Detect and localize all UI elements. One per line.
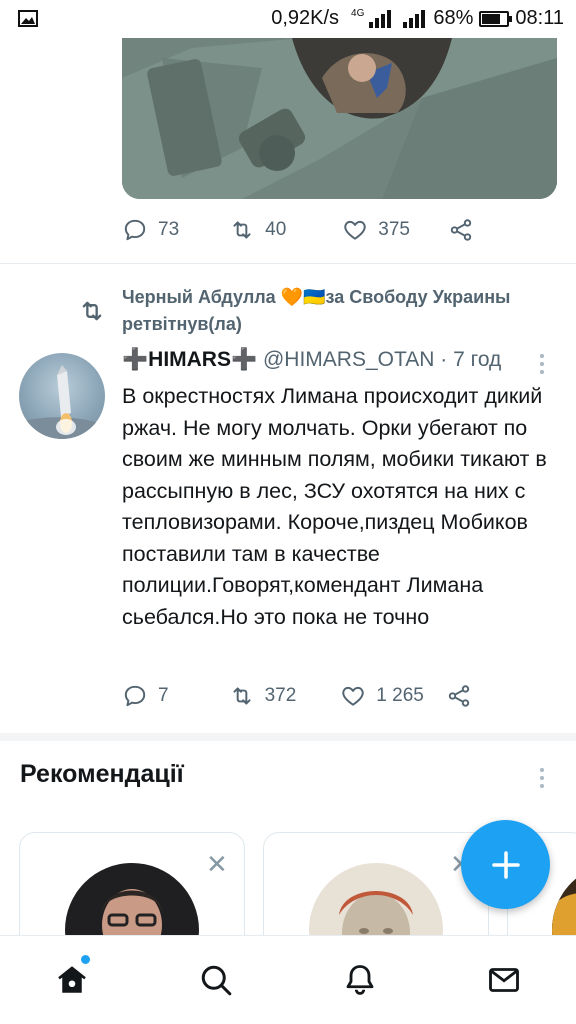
- dot: [540, 362, 544, 366]
- dot: [540, 354, 544, 358]
- author-handle[interactable]: @HIMARS_OTAN: [263, 348, 434, 371]
- battery-percent: 68%: [433, 7, 474, 29]
- compose-tweet-button[interactable]: [461, 820, 550, 909]
- reply-icon: [124, 219, 146, 241]
- bottom-navigation: [0, 935, 576, 1024]
- like-button[interactable]: 375: [342, 217, 410, 243]
- tweet-time: 7 год: [453, 348, 502, 371]
- author-name[interactable]: ➕HIMARS➕: [122, 348, 257, 371]
- signal-icon: [369, 9, 392, 28]
- like-button[interactable]: 1 265: [340, 683, 424, 709]
- reply-count: 7: [158, 685, 169, 706]
- like-count: 375: [378, 219, 410, 240]
- status-right: 0,92K/s 4G 68% 08:11: [271, 7, 564, 30]
- tweet-divider: [0, 263, 576, 264]
- share-button[interactable]: [446, 683, 472, 709]
- retweet-button[interactable]: 40: [229, 217, 286, 243]
- status-bar: 0,92K/s 4G 68% 08:11: [0, 0, 576, 38]
- heart-icon: [344, 220, 366, 240]
- messages-mail-icon[interactable]: [486, 962, 522, 998]
- reply-count: 73: [158, 219, 180, 240]
- gallery-notification-icon: [18, 10, 38, 27]
- battery-fill: [482, 13, 501, 24]
- recommendations-more-menu[interactable]: [538, 768, 546, 792]
- clock: 08:11: [515, 7, 564, 29]
- prev-tweet-actions: 73 40 375: [122, 217, 474, 243]
- share-icon: [450, 219, 472, 241]
- dot: [540, 784, 544, 788]
- share-icon: [448, 685, 470, 707]
- plus-icon: [491, 850, 520, 879]
- battery-icon: [479, 10, 513, 27]
- retweet-banner[interactable]: Черный Абдулла 🧡🇺🇦за Свободу Украины рет…: [122, 284, 562, 338]
- share-button[interactable]: [448, 217, 474, 243]
- home-icon[interactable]: [54, 962, 90, 998]
- retweet-icon: [233, 687, 251, 705]
- rocket-avatar-illustration: [19, 365, 105, 439]
- heart-icon: [342, 686, 364, 706]
- avatar[interactable]: [19, 353, 105, 439]
- reply-button[interactable]: 7: [122, 683, 169, 709]
- retweet-count: 40: [265, 219, 287, 240]
- search-icon[interactable]: [198, 962, 234, 998]
- tweet-more-menu[interactable]: [538, 354, 546, 378]
- dot: [540, 776, 544, 780]
- network-speed: 0,92K/s: [271, 7, 340, 29]
- close-icon[interactable]: ✕: [206, 851, 228, 877]
- retweet-icon: [233, 221, 251, 239]
- reply-button[interactable]: 73: [122, 217, 179, 243]
- signal-icon-2: [403, 9, 426, 28]
- unread-dot: [81, 955, 90, 964]
- notifications-bell-icon[interactable]: [342, 962, 378, 998]
- media-illustration: [122, 38, 557, 199]
- tweet-actions: 7 372 1 265: [122, 683, 472, 709]
- retweet-button[interactable]: 372: [229, 683, 297, 709]
- like-count: 1 265: [376, 685, 424, 706]
- dot: [540, 370, 544, 374]
- tweet-media-image[interactable]: [122, 38, 557, 199]
- recommendations-title: Рекомендації: [20, 760, 184, 788]
- network-type: 4G: [351, 8, 365, 19]
- retweeted-icon: [82, 301, 102, 321]
- section-divider: [0, 733, 576, 741]
- tweet-header: ➕HIMARS➕ @HIMARS_OTAN · 7 год: [122, 348, 501, 372]
- dot: [540, 768, 544, 772]
- tweet-text: В окрестностях Лимана происходит дикий р…: [122, 384, 547, 629]
- retweet-count: 372: [264, 685, 297, 706]
- reply-icon: [124, 685, 146, 707]
- meta-separator: ·: [440, 348, 448, 371]
